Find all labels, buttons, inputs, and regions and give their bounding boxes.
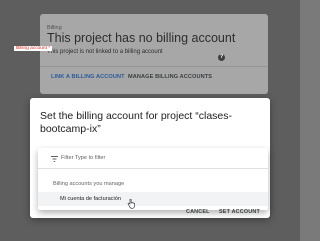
dialog-title: Set the billing account for project “cla… <box>40 110 233 135</box>
billing-account-field-label: Billing account * <box>14 46 53 51</box>
option-group-label: Billing accounts you manage <box>53 181 125 187</box>
filter-list-icon <box>51 156 58 162</box>
filter-input[interactable]: Filter Type to filter <box>61 155 105 161</box>
set-account-button[interactable]: SET ACCOUNT <box>219 209 260 215</box>
hand-pointer-cursor-icon <box>127 199 135 209</box>
billing-account-option-label[interactable]: Mi cuenta de facturación <box>60 196 121 202</box>
cancel-button[interactable]: CANCEL <box>186 209 210 215</box>
help-circle-icon[interactable]: ? <box>218 54 225 61</box>
filter-divider <box>38 168 268 169</box>
